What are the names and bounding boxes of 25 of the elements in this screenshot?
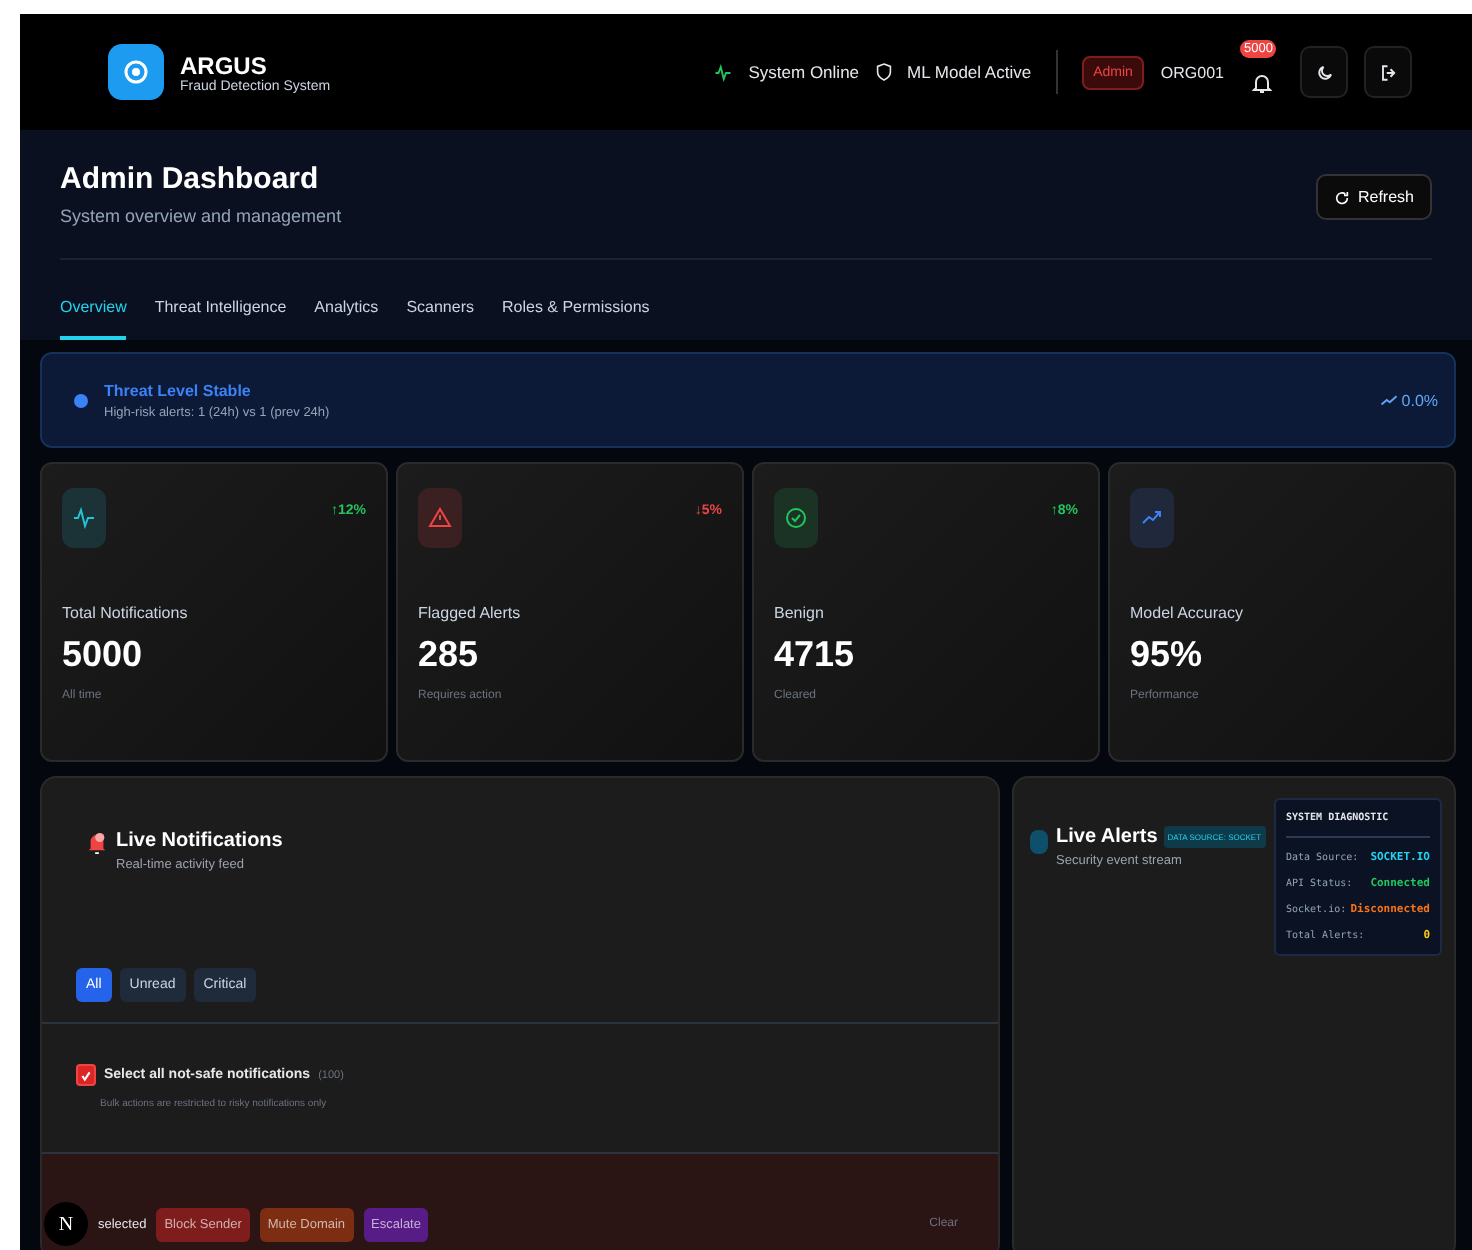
tab[interactable]: Threat Intelligence: [154, 296, 287, 340]
tab[interactable]: Analytics: [314, 296, 379, 340]
model-status: ML Model Active: [907, 62, 1032, 82]
stat-label: Benign: [774, 604, 826, 622]
stat-value: 285: [418, 634, 481, 676]
stat-label: Total Notifications: [62, 604, 190, 622]
stat-value: 4715: [774, 634, 857, 676]
tab[interactable]: Scanners: [406, 296, 474, 340]
org-id: ORG001: [1160, 63, 1224, 81]
stat-value: 95%: [1130, 634, 1205, 676]
threat-change: 0.0%: [1401, 391, 1438, 409]
page-subtitle: System overview and management: [60, 206, 342, 226]
stat-label: Flagged Alerts: [418, 604, 523, 622]
stat-label: Model Accuracy: [1130, 604, 1245, 622]
app-name: ARGUS: [180, 51, 269, 79]
panel-title: Live Alerts: [1056, 826, 1158, 848]
refresh-button[interactable]: Refresh: [1315, 174, 1432, 220]
panel-title: Live Notifications: [116, 830, 283, 852]
tab[interactable]: Overview: [60, 296, 127, 340]
threat-title: Threat Level Stable: [104, 381, 253, 399]
system-status: System Online: [748, 62, 860, 82]
page-title: Admin Dashboard: [60, 162, 321, 196]
dev-badge[interactable]: N: [44, 1202, 88, 1246]
tab[interactable]: Roles & Permissions: [501, 296, 650, 340]
stat-value: 5000: [62, 634, 145, 676]
